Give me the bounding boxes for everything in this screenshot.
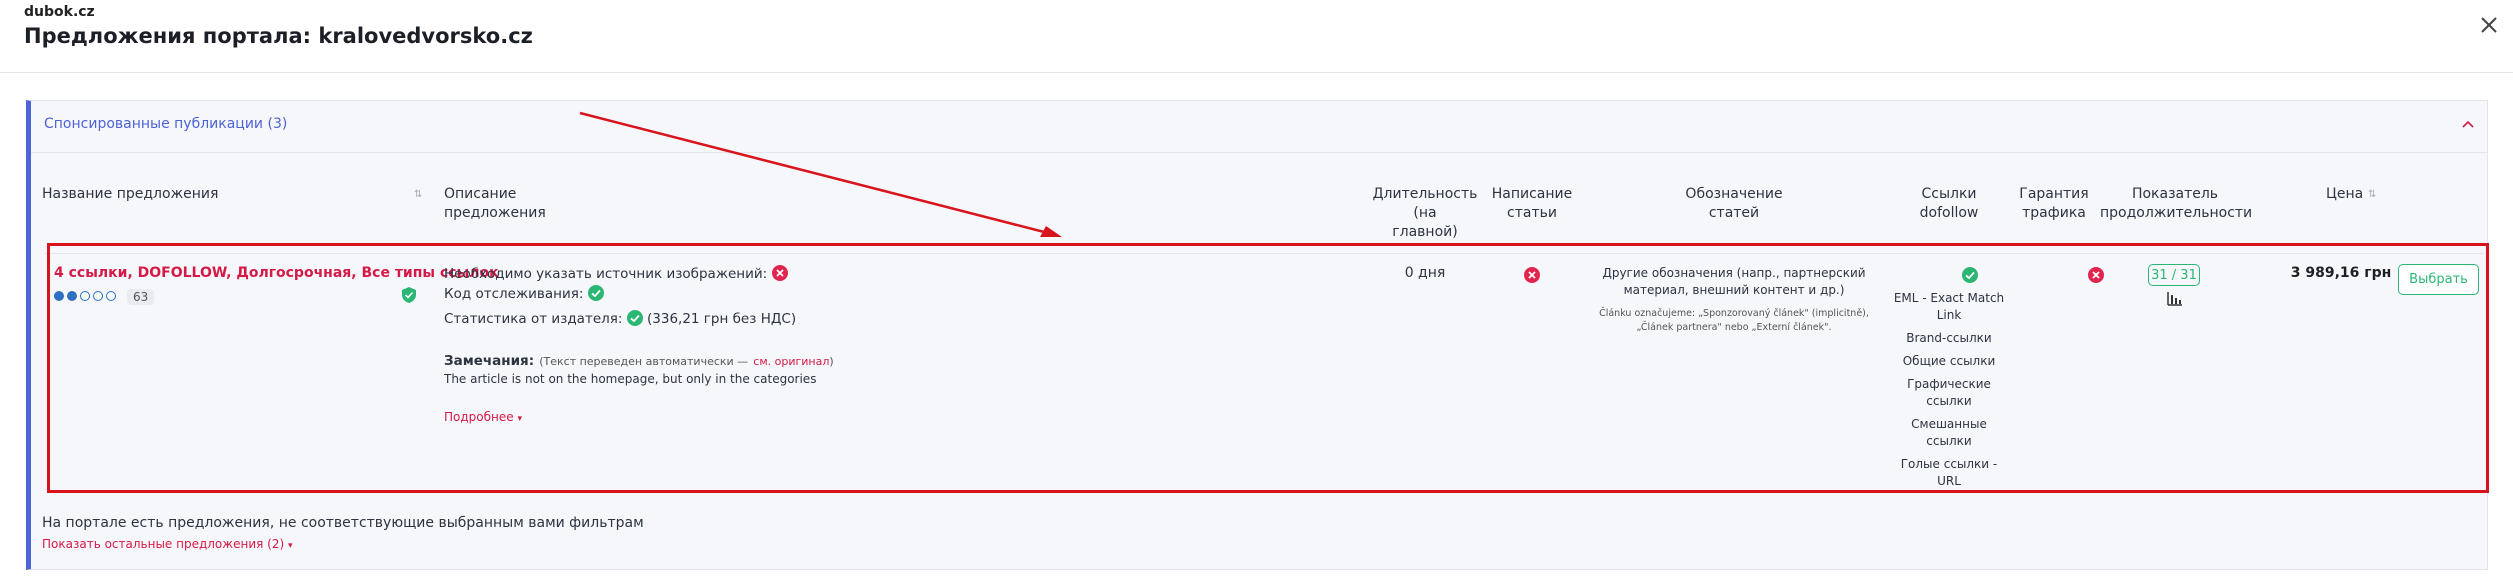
show-other-offers-link[interactable]: Показать остальные предложения (2) ▾ — [42, 537, 293, 551]
rating-dot-empty — [106, 291, 116, 301]
column-header-writing: Написание статьи — [1491, 186, 1573, 221]
sort-icon[interactable]: ⇅ — [414, 189, 422, 200]
x-circle-icon — [771, 265, 788, 281]
check-circle-icon — [1962, 267, 1979, 283]
longevity-badge[interactable]: 31 / 31 — [2148, 264, 2200, 286]
see-original-link[interactable]: см. оригинал — [753, 355, 829, 368]
offer-name-link[interactable]: 4 ссылки, DOFOLLOW, Долгосрочная, Все ти… — [54, 265, 499, 281]
list-item: URL — [1937, 474, 1961, 488]
rating-dot-filled — [67, 291, 77, 301]
list-item: Голые ссылки - — [1900, 457, 1998, 471]
list-item: Link — [1936, 308, 1962, 322]
column-header-duration: Длительность (на главной) — [1372, 186, 1478, 240]
close-icon[interactable] — [2476, 12, 2502, 38]
site-name: dubok.cz — [24, 4, 95, 20]
duration-value: 0 дня — [1404, 265, 1446, 281]
column-header-name[interactable]: Название предложения — [42, 185, 218, 204]
list-item: Общие ссылки — [1902, 354, 1996, 368]
chevron-down-icon: ▾ — [287, 541, 293, 551]
notes-header: Замечания: (Текст переведен автоматическ… — [444, 353, 834, 369]
check-circle-icon — [587, 285, 604, 301]
labeling-note: Článku označujeme: „Sponzorovaný článek"… — [1599, 308, 1869, 333]
chevron-up-icon[interactable] — [2460, 116, 2476, 132]
sort-icon[interactable]: ⇅ — [2368, 189, 2376, 200]
check-circle-icon — [626, 310, 643, 326]
list-item: ссылки — [1926, 394, 1972, 408]
list-item: Смешанные — [1911, 417, 1987, 431]
x-circle-icon — [2088, 267, 2105, 283]
list-item: Brand-ссылки — [1906, 331, 1992, 345]
labeling-main: Другие обозначения (напр., партнерский м… — [1602, 266, 1866, 297]
chevron-down-icon: ▾ — [517, 414, 522, 424]
modal-title: Предложения портала: kralovedvorsko.cz — [24, 24, 533, 48]
filter-mismatch-text: На портале есть предложения, не соответс… — [42, 515, 644, 531]
rating-dot-empty — [80, 291, 90, 301]
x-circle-icon — [1524, 267, 1540, 283]
rating-dot-empty — [93, 291, 103, 301]
column-header-dofollow: Ссылки dofollow — [1919, 186, 1979, 221]
choose-button[interactable]: Выбрать — [2398, 264, 2479, 295]
score-badge: 63 — [127, 289, 155, 305]
shield-check-icon — [402, 287, 416, 303]
rating-dot-filled — [54, 291, 64, 301]
header-divider — [0, 72, 2513, 73]
column-header-labeling: Обозначение статей — [1685, 186, 1783, 221]
column-header-traffic: Гарантия трафика — [2019, 186, 2089, 221]
notes-text: The article is not on the homepage, but … — [444, 372, 817, 386]
desc-publisher-stats: Статистика от издателя: (336,21 грн без … — [444, 310, 797, 327]
sponsored-section-panel — [26, 100, 2488, 570]
desc-image-source: Необходимо указать источник изображений: — [444, 265, 788, 282]
column-header-description: Описание предложения — [444, 186, 546, 221]
rating-dots — [54, 291, 116, 303]
column-header-price[interactable]: Цена — [2326, 185, 2363, 204]
desc-tracking-code: Код отслеживания: — [444, 285, 604, 302]
list-item: Графические — [1907, 377, 1991, 391]
list-item: EML - Exact Match — [1893, 291, 2005, 305]
section-title-sponsored[interactable]: Спонсированные публикации (3) — [44, 116, 287, 132]
link-types-list: EML - Exact Match Link Brand-ссылки Общи… — [1889, 290, 2009, 490]
bar-chart-icon[interactable] — [2167, 292, 2183, 306]
column-header-longevity: Показатель продолжительности — [2100, 186, 2253, 221]
row-divider — [44, 253, 2484, 254]
offer-price: 3 989,16 грн — [2290, 265, 2392, 281]
list-item: ссылки — [1926, 434, 1972, 448]
more-details-link[interactable]: Подробнее ▾ — [444, 410, 522, 424]
section-divider — [31, 152, 2488, 153]
